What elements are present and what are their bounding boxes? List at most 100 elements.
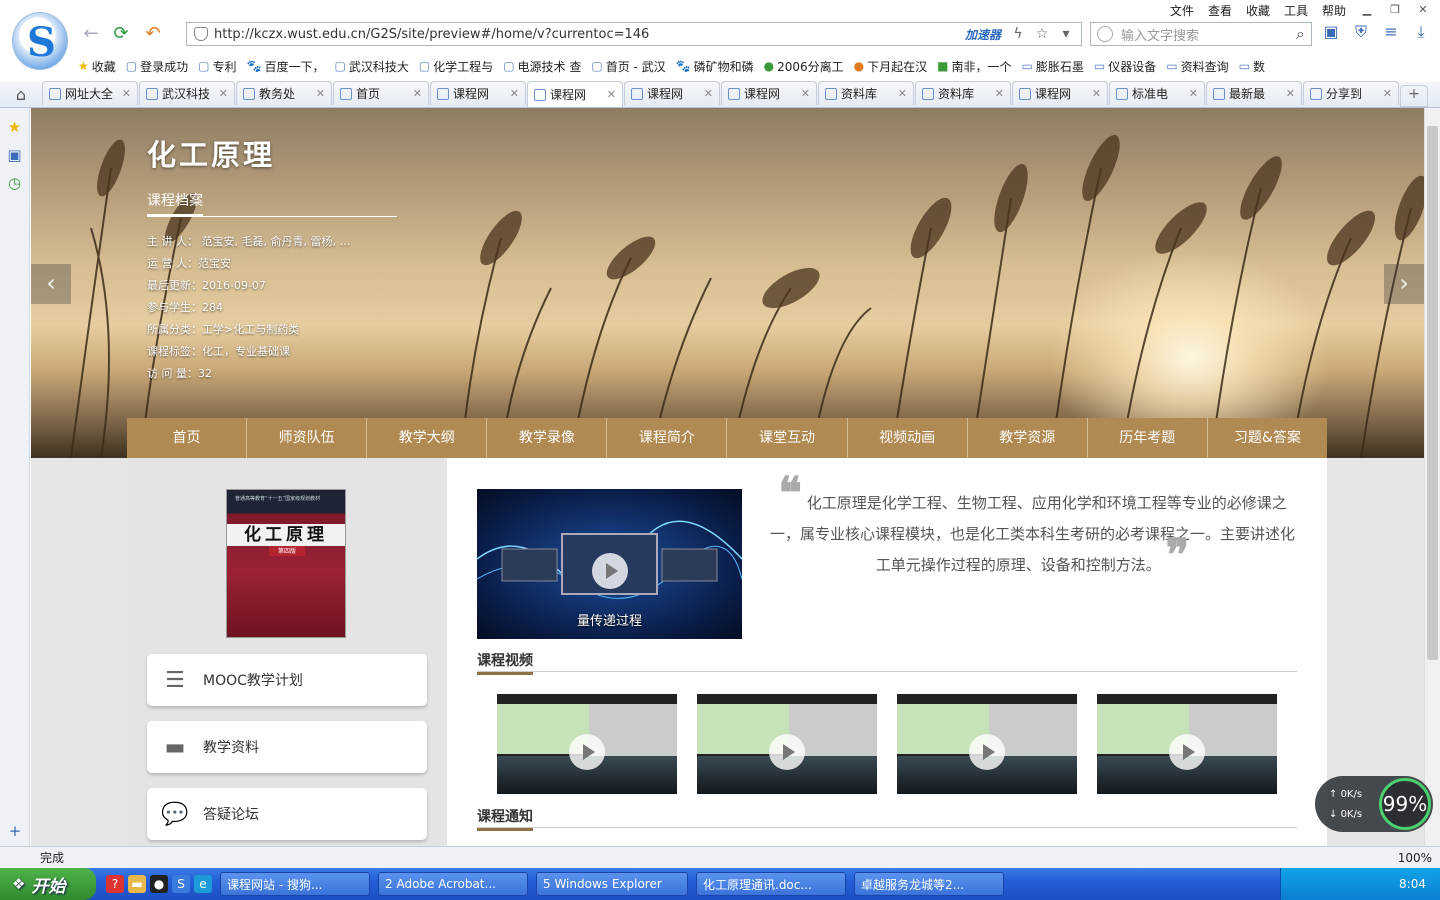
bookmark-item[interactable]: ● 2006分离工 — [764, 58, 844, 75]
bookmark-item[interactable]: ▢ 登录成功 — [126, 58, 188, 75]
forum-button[interactable]: 💬 答疑论坛 — [147, 788, 427, 840]
bookmark-item[interactable]: ★ 收藏 — [78, 58, 116, 75]
tab-close-icon[interactable]: ✕ — [607, 88, 616, 101]
bookmark-item[interactable]: ▢ 专利 — [198, 58, 236, 75]
play-icon[interactable] — [769, 734, 805, 770]
tab-close-icon[interactable]: ✕ — [1383, 87, 1392, 100]
tab-close-icon[interactable]: ✕ — [122, 87, 131, 100]
favorites-star-icon[interactable]: ★ — [6, 118, 24, 136]
tab-close-icon[interactable]: ✕ — [316, 87, 325, 100]
tab[interactable]: 教务处 ✕ — [236, 81, 332, 105]
help-icon[interactable]: ? — [106, 875, 124, 893]
tab[interactable]: 课程网 ✕ — [1012, 81, 1108, 105]
tab-active[interactable]: 课程网 ✕ — [527, 81, 623, 107]
undo-icon[interactable]: ↶ — [142, 24, 164, 44]
search-placeholder[interactable]: 输入文字搜索 — [1121, 25, 1296, 44]
restore-icon[interactable]: ❐ — [1388, 3, 1402, 17]
textbook-cover[interactable]: 普通高等教育“十一五”国家级规划教材 化工原理 第四版 — [226, 489, 346, 638]
menu-view[interactable]: 查看 — [1208, 2, 1232, 19]
clipboard-icon[interactable]: ▣ — [1320, 22, 1342, 44]
video-thumbnail[interactable] — [697, 694, 877, 794]
browser-logo[interactable]: S — [12, 12, 68, 70]
carousel-prev-icon[interactable]: ‹ — [31, 264, 71, 304]
bookmark-folder[interactable]: ▭ 仪器设备 — [1094, 58, 1156, 75]
video-thumbnail[interactable] — [497, 694, 677, 794]
tab-close-icon[interactable]: ✕ — [898, 87, 907, 100]
shield-icon[interactable]: ⛨ — [1350, 22, 1372, 44]
bookmark-item[interactable]: 🐾 百度一下， — [247, 58, 325, 75]
new-tab-button[interactable]: + — [1400, 85, 1428, 107]
url-text[interactable]: http://kczx.wust.edu.cn/G2S/site/preview… — [214, 27, 965, 42]
add-icon[interactable]: + — [6, 822, 24, 840]
dropdown-icon[interactable]: ▾ — [1057, 26, 1075, 42]
tab[interactable]: 课程网 ✕ — [430, 81, 526, 105]
carousel-next-icon[interactable]: › — [1384, 264, 1424, 304]
bookmark-folder[interactable]: ▭ 数 — [1239, 58, 1265, 75]
bookmark-item[interactable]: ● 下月起在汉 — [854, 58, 928, 75]
bookmark-item[interactable]: ▢ 化学工程与 — [419, 58, 493, 75]
close-icon[interactable]: ✕ — [1416, 3, 1430, 17]
clock[interactable]: 8:04 — [1399, 877, 1426, 891]
tab-close-icon[interactable]: ✕ — [704, 87, 713, 100]
bookmark-item[interactable]: ▢ 武汉科技大 — [334, 58, 408, 75]
home-icon[interactable]: ⌂ — [0, 83, 42, 107]
nav-faculty[interactable]: 师资队伍 — [247, 418, 368, 458]
bookmark-folder[interactable]: ▭ 膨胀石墨 — [1022, 58, 1084, 75]
mooc-plan-button[interactable]: ☰ MOOC教学计划 — [147, 654, 427, 706]
tab-close-icon[interactable]: ✕ — [1189, 87, 1198, 100]
tab-close-icon[interactable]: ✕ — [219, 87, 228, 100]
minimize-icon[interactable]: ▁ — [1360, 3, 1374, 17]
bookmark-item[interactable]: ▢ 电源技术 查 — [503, 58, 581, 75]
search-icon[interactable]: ⌕ — [1296, 24, 1305, 44]
nav-syllabus[interactable]: 教学大纲 — [367, 418, 488, 458]
tab[interactable]: 课程网 ✕ — [624, 81, 720, 105]
nav-resources[interactable]: 教学资源 — [968, 418, 1088, 458]
video-thumbnail[interactable] — [897, 694, 1077, 794]
play-icon[interactable] — [592, 553, 628, 589]
taskbar-item[interactable]: 2 Adobe Acrobat... — [378, 872, 528, 896]
taskbar-item[interactable]: 5 Windows Explorer — [536, 872, 688, 896]
menu-favorites[interactable]: 收藏 — [1246, 2, 1270, 19]
lightning-icon[interactable]: ϟ — [1009, 26, 1027, 42]
tab[interactable]: 最新最 ✕ — [1206, 81, 1302, 105]
menu-tools[interactable]: 工具 — [1284, 2, 1308, 19]
video-thumbnail[interactable] — [1097, 694, 1277, 794]
tab[interactable]: 分享到 ✕ — [1303, 81, 1399, 105]
scroll-thumb[interactable] — [1427, 126, 1438, 660]
tab[interactable]: 标准电 ✕ — [1109, 81, 1205, 105]
history-clock-icon[interactable]: ◷ — [6, 174, 24, 192]
tab-close-icon[interactable]: ✕ — [413, 87, 422, 100]
refresh-icon[interactable]: ⟳ — [110, 24, 132, 44]
play-icon[interactable] — [969, 734, 1005, 770]
accelerator-label[interactable]: 加速器 — [965, 26, 1001, 43]
address-bar[interactable]: http://kczx.wust.edu.cn/G2S/site/preview… — [186, 22, 1082, 46]
network-speed-widget[interactable]: ↑ 0K/s ↓ 0K/s 99% — [1315, 776, 1433, 832]
zoom-level[interactable]: 100% — [1398, 851, 1432, 865]
tab-close-icon[interactable]: ✕ — [801, 87, 810, 100]
tab[interactable]: 武汉科技 ✕ — [139, 81, 235, 105]
search-box[interactable]: 输入文字搜索 ⌕ — [1090, 22, 1312, 46]
nav-past-exams[interactable]: 历年考题 — [1088, 418, 1208, 458]
tab[interactable]: 首页 ✕ — [333, 81, 429, 105]
menu-help[interactable]: 帮助 — [1322, 2, 1346, 19]
tab-close-icon[interactable]: ✕ — [510, 87, 519, 100]
nav-home[interactable]: 首页 — [127, 418, 248, 458]
qq-icon[interactable]: ● — [150, 875, 168, 893]
bookmark-folder[interactable]: ▭ 资料查询 — [1166, 58, 1228, 75]
tab[interactable]: 资料库 ✕ — [818, 81, 914, 105]
menu-icon[interactable]: ≡ — [1380, 22, 1402, 44]
browser-icon[interactable]: S — [172, 875, 190, 893]
play-icon[interactable] — [1169, 734, 1205, 770]
nav-interaction[interactable]: 课堂互动 — [727, 418, 848, 458]
star-icon[interactable]: ☆ — [1033, 26, 1051, 42]
bookmark-item[interactable]: ■ 南非，一个 — [937, 58, 1011, 75]
bookmark-item[interactable]: ▢ 首页 - 武汉 — [591, 58, 665, 75]
play-icon[interactable] — [569, 734, 605, 770]
materials-button[interactable]: ▬ 教学资料 — [147, 721, 427, 773]
taskbar-item[interactable]: 化工原理通讯.doc... — [696, 872, 846, 896]
bookmark-item[interactable]: 🐾 磷矿物和磷 — [676, 58, 754, 75]
tab-close-icon[interactable]: ✕ — [995, 87, 1004, 100]
ie-icon[interactable]: e — [194, 875, 212, 893]
vertical-scrollbar[interactable] — [1424, 108, 1440, 846]
folder-icon[interactable]: ▬ — [128, 875, 146, 893]
